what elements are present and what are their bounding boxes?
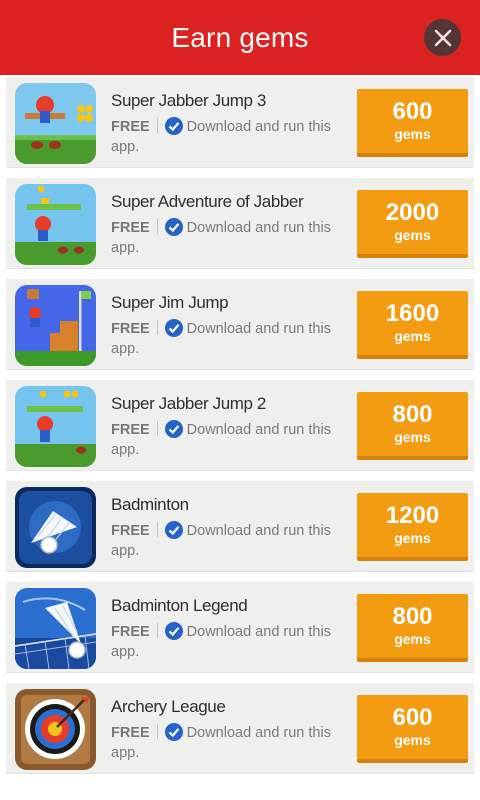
shuttlecock-icon (15, 487, 96, 568)
app-name: Badminton Legend (111, 596, 248, 615)
offer-meta: FREE Download and run this app. (111, 117, 347, 157)
offer-meta: FREE Download and run this app. (111, 521, 347, 561)
offer-card[interactable]: Super Jabber Jump 3 FREE Download and run… (6, 77, 474, 168)
check-circle-icon (164, 622, 183, 640)
check-circle-icon (164, 420, 183, 438)
close-button[interactable] (424, 19, 461, 56)
gems-amount: 600 (392, 704, 433, 731)
mario-jump-icon (15, 386, 96, 467)
offer-meta: FREE Download and run this app. (111, 420, 347, 460)
gems-amount: 800 (392, 401, 433, 428)
gems-unit: gems (394, 631, 431, 647)
gems-unit: gems (394, 530, 431, 546)
earn-gems-button[interactable]: 1200 gems (357, 493, 468, 561)
earn-gems-button[interactable]: 800 gems (357, 594, 468, 662)
price-label: FREE (111, 725, 150, 741)
offer-card[interactable]: Super Jabber Jump 2 FREE Download and run… (6, 380, 474, 471)
earn-gems-button[interactable]: 2000 gems (357, 190, 468, 258)
close-icon (434, 29, 451, 46)
gems-unit: gems (394, 227, 431, 243)
gems-amount: 600 (392, 98, 433, 125)
gems-unit: gems (394, 328, 431, 344)
shuttlecock-net-icon (15, 588, 96, 669)
price-label: FREE (111, 119, 150, 135)
platformer-flag-icon (15, 285, 96, 366)
price-label: FREE (111, 220, 150, 236)
offer-meta: FREE Download and run this app. (111, 319, 347, 359)
price-label: FREE (111, 624, 150, 640)
gems-amount: 2000 (385, 199, 440, 226)
divider (156, 320, 158, 335)
offer-card[interactable]: Archery League FREE Download and run this… (6, 683, 474, 774)
offer-card[interactable]: Badminton FREE Download and run this app.… (6, 481, 474, 572)
divider (156, 623, 158, 638)
earn-gems-button[interactable]: 600 gems (357, 695, 468, 763)
offer-meta: FREE Download and run this app. (111, 723, 347, 763)
check-circle-icon (164, 218, 183, 236)
earn-gems-button[interactable]: 1600 gems (357, 291, 468, 359)
divider (156, 421, 158, 436)
header-bar: Earn gems (0, 0, 480, 75)
gems-unit: gems (394, 429, 431, 445)
earn-gems-button[interactable]: 800 gems (357, 392, 468, 460)
offer-card[interactable]: Super Jim Jump FREE Download and run this… (6, 279, 474, 370)
mario-runner-icon (15, 83, 96, 164)
app-name: Super Adventure of Jabber (111, 192, 304, 211)
earn-gems-button[interactable]: 600 gems (357, 89, 468, 157)
price-label: FREE (111, 523, 150, 539)
app-name: Super Jabber Jump 3 (111, 91, 266, 110)
gems-amount: 1600 (385, 300, 440, 327)
app-name: Super Jabber Jump 2 (111, 394, 266, 413)
offer-meta: FREE Download and run this app. (111, 218, 347, 258)
app-name: Super Jim Jump (111, 293, 229, 312)
offer-meta: FREE Download and run this app. (111, 622, 347, 662)
archery-target-icon (15, 689, 96, 770)
gems-unit: gems (394, 732, 431, 748)
check-circle-icon (164, 521, 183, 539)
app-name: Badminton (111, 495, 189, 514)
page-title: Earn gems (171, 21, 309, 53)
offer-card[interactable]: Super Adventure of Jabber FREE Download a… (6, 178, 474, 269)
app-name: Archery League (111, 697, 226, 716)
divider (156, 219, 158, 234)
gems-unit: gems (394, 126, 431, 142)
check-circle-icon (164, 117, 183, 135)
divider (156, 522, 158, 537)
check-circle-icon (164, 723, 183, 741)
gems-amount: 800 (392, 603, 433, 630)
offer-list: Super Jabber Jump 3 FREE Download and run… (6, 75, 474, 784)
mario-jump-icon (15, 184, 96, 265)
offer-card[interactable]: Badminton Legend FREE Download and run th… (6, 582, 474, 673)
check-circle-icon (164, 319, 183, 337)
divider (156, 724, 158, 739)
divider (156, 118, 158, 133)
gems-amount: 1200 (385, 502, 440, 529)
price-label: FREE (111, 422, 150, 438)
price-label: FREE (111, 321, 150, 337)
